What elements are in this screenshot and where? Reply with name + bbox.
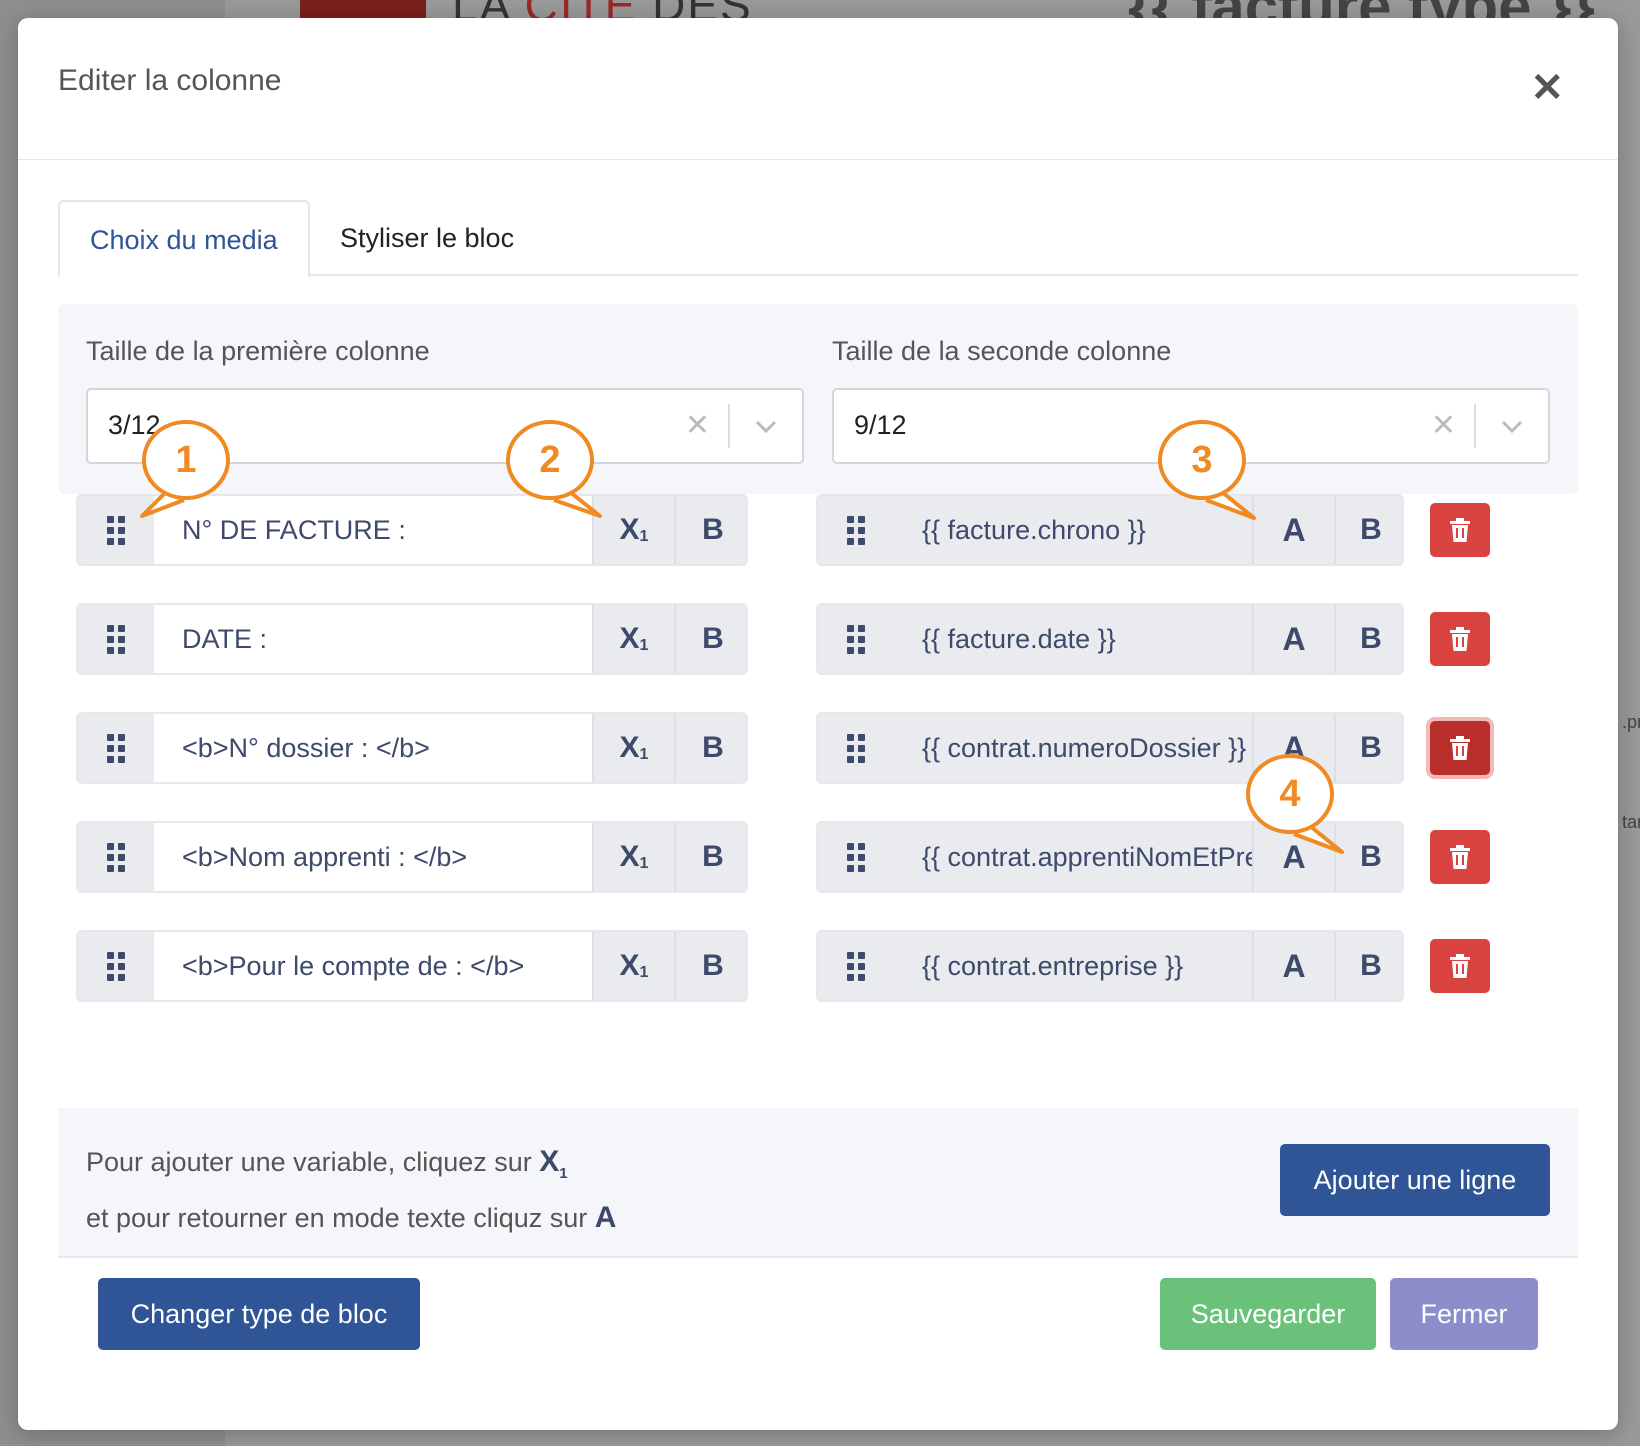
left-row-text[interactable]: <b>Pour le compte de : </b> (154, 932, 616, 1000)
drag-handle-icon[interactable] (818, 932, 894, 1000)
drag-handle-icon[interactable] (818, 823, 894, 891)
variable-toggle-button[interactable]: X1 (592, 823, 674, 891)
right-row-text[interactable]: {{ contrat.numeroDossier }} (894, 714, 1272, 782)
trash-icon (1450, 518, 1470, 542)
callout-number: 1 (175, 438, 197, 481)
left-row-field[interactable]: DATE :X1B (76, 603, 748, 675)
callout-number: 2 (539, 438, 561, 481)
delete-row-button[interactable] (1430, 939, 1490, 993)
edit-column-modal: Editer la colonne ✕ Choix du media Styli… (18, 18, 1618, 1430)
tab-bar: Choix du media Styliser le bloc (58, 200, 1578, 278)
delete-row-button[interactable] (1430, 721, 1490, 775)
right-row-text[interactable]: {{ contrat.entreprise }} (894, 932, 1272, 1000)
delete-row-button[interactable] (1430, 503, 1490, 557)
first-column-size-label: Taille de la première colonne (86, 336, 430, 366)
clear-icon[interactable]: ✕ (685, 408, 710, 443)
drag-handle-icon[interactable] (78, 932, 154, 1000)
column-size-panel: Taille de la première colonne 3/12 ✕ Tai… (58, 304, 1578, 494)
drag-handle-icon[interactable] (78, 823, 154, 891)
left-row-text[interactable]: <b>Nom apprenti : </b> (154, 823, 616, 891)
variable-icon: X1 (539, 1145, 568, 1182)
bold-button[interactable]: B (1334, 496, 1402, 564)
left-row-field[interactable]: <b>Pour le compte de : </b> X 1 B (76, 930, 748, 1002)
drag-handle-icon[interactable] (78, 605, 154, 673)
left-row-field[interactable]: <b>Nom apprenti : </b> X 1 B (76, 821, 748, 893)
help-text: Pour ajouter une variable, cliquez sur X… (86, 1145, 617, 1234)
trash-icon (1450, 627, 1470, 651)
right-row-field[interactable]: {{ contrat.entreprise }} A B (816, 930, 1404, 1002)
callout-number: 3 (1191, 438, 1213, 481)
background-logo (300, 0, 426, 20)
change-block-type-button[interactable]: Changer type de bloc (98, 1278, 420, 1350)
save-button[interactable]: Sauvegarder (1160, 1278, 1376, 1350)
modal-header: Editer la colonne ✕ (18, 18, 1618, 160)
trash-icon (1450, 954, 1470, 978)
tab-styliser-le-bloc[interactable]: Styliser le bloc (310, 200, 544, 276)
callout-3: 3 (1156, 418, 1266, 520)
chevron-down-icon[interactable] (1498, 412, 1526, 440)
trash-icon (1450, 736, 1470, 760)
right-row-text[interactable]: {{ facture.date }} (894, 605, 1272, 673)
drag-handle-icon[interactable] (818, 496, 894, 564)
variable-toggle-button[interactable]: X1 (592, 605, 674, 673)
close-icon[interactable]: ✕ (1530, 68, 1564, 108)
drag-handle-icon[interactable] (818, 714, 894, 782)
divider (1474, 404, 1476, 448)
text-mode-button[interactable]: A (1252, 605, 1334, 673)
bold-button[interactable]: B (674, 932, 746, 1000)
bold-button[interactable]: B (674, 714, 746, 782)
select-value: 9/12 (854, 410, 907, 440)
bold-button[interactable]: B (674, 823, 746, 891)
background-side-text: tar (1622, 812, 1640, 832)
close-button[interactable]: Fermer (1390, 1278, 1538, 1350)
background-side-text: .pr (1622, 712, 1640, 732)
text-mode-button[interactable]: A (1252, 932, 1334, 1000)
left-row-text[interactable]: <b>N° dossier : </b> (154, 714, 616, 782)
bold-button[interactable]: B (674, 496, 746, 564)
tab-choix-du-media[interactable]: Choix du media (58, 200, 310, 278)
text-mode-icon: A (594, 1201, 617, 1234)
variable-toggle-button[interactable]: X1 (592, 932, 674, 1000)
bold-button[interactable]: B (1334, 605, 1402, 673)
bold-button[interactable]: B (674, 605, 746, 673)
add-line-button[interactable]: Ajouter une ligne (1280, 1144, 1550, 1216)
second-column-size-label: Taille de la seconde colonne (832, 336, 1172, 366)
divider (728, 404, 730, 448)
clear-icon[interactable]: ✕ (1431, 408, 1456, 443)
drag-handle-icon[interactable] (78, 714, 154, 782)
left-row-field[interactable]: <b>N° dossier : </b> X 1 B (76, 712, 748, 784)
drag-handle-icon[interactable] (818, 605, 894, 673)
callout-number: 4 (1279, 772, 1301, 815)
chevron-down-icon[interactable] (752, 412, 780, 440)
modal-title: Editer la colonne (58, 64, 282, 97)
delete-row-button[interactable] (1430, 830, 1490, 884)
trash-icon (1450, 845, 1470, 869)
left-row-text[interactable]: DATE : (154, 605, 616, 673)
bold-button[interactable]: B (1334, 932, 1402, 1000)
callout-1: 1 (140, 418, 250, 518)
delete-row-button[interactable] (1430, 612, 1490, 666)
callout-2: 2 (504, 418, 614, 518)
callout-4: 4 (1244, 752, 1354, 854)
right-row-field[interactable]: {{ facture.date }} A B (816, 603, 1404, 675)
right-row-field[interactable]: {{ facture.chrono }} A B (816, 494, 1404, 566)
variable-toggle-button[interactable]: X1 (592, 714, 674, 782)
help-panel: Pour ajouter une variable, cliquez sur X… (58, 1108, 1578, 1258)
right-row-text[interactable]: {{ contrat.apprentiNomEtPrenom }} (894, 823, 1272, 891)
